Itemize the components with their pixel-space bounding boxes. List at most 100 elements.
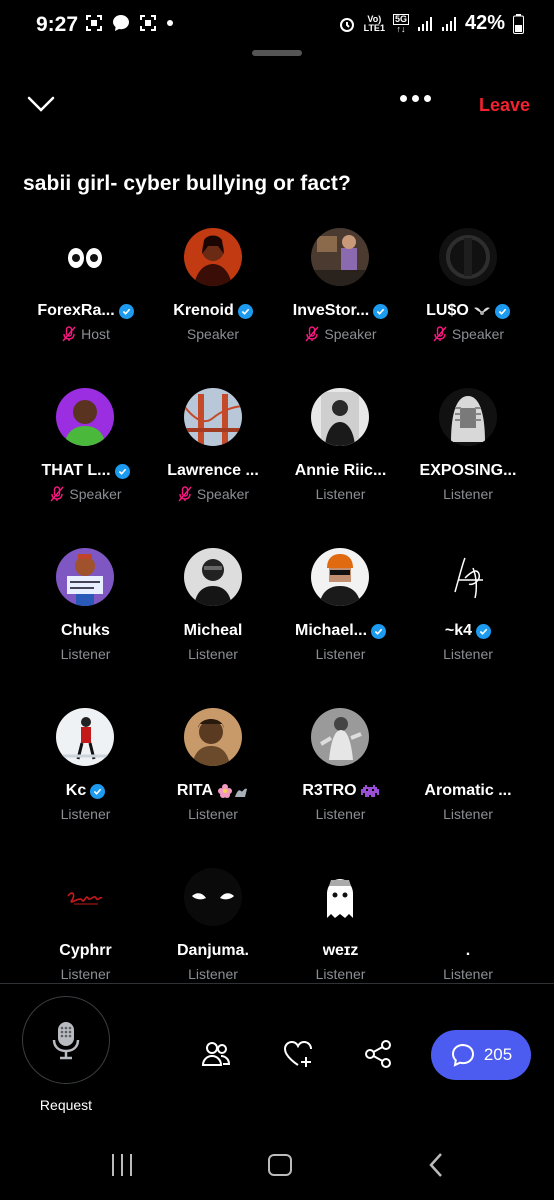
chevron-down-icon[interactable] xyxy=(26,91,56,117)
participant[interactable]: ~k4 Listener xyxy=(405,548,532,688)
avatar[interactable] xyxy=(56,388,114,446)
verified-badge-icon xyxy=(494,303,510,319)
participant-name: Krenoid xyxy=(150,302,277,320)
comment-icon xyxy=(451,1043,474,1067)
participant[interactable]: THAT L... Speaker xyxy=(22,388,149,528)
participant[interactable]: Krenoid Speaker xyxy=(150,228,277,368)
sheet-drag-handle[interactable] xyxy=(252,50,302,56)
participant[interactable]: Aromatic ... Listener xyxy=(405,708,532,848)
avatar[interactable] xyxy=(311,388,369,446)
dot-icon xyxy=(167,20,173,26)
status-bar: 9:27 Vo) LTE1 5G ↑↓ 42% xyxy=(0,0,554,52)
participant[interactable]: EXPOSING... Listener xyxy=(405,388,532,528)
participant-role: Listener xyxy=(443,486,493,502)
home-button[interactable] xyxy=(268,1154,292,1176)
avatar[interactable] xyxy=(183,388,242,446)
avatar[interactable] xyxy=(311,868,369,926)
participant-role: Host xyxy=(22,326,149,342)
participants-grid: ForexRa... Host Krenoid Speaker InveStor... S… xyxy=(22,228,532,984)
participant-role: Listener xyxy=(315,646,366,662)
participant[interactable]: Kc Listener xyxy=(22,708,149,848)
participant-name: EXPOSING... xyxy=(419,462,517,479)
participant[interactable]: Micheal Listener xyxy=(150,548,277,688)
divider xyxy=(0,983,554,984)
participant-role: Listener xyxy=(443,806,493,822)
participant-name: Cyphrr xyxy=(59,942,112,959)
avatar[interactable] xyxy=(183,708,242,766)
avatar[interactable] xyxy=(183,228,242,286)
verified-badge-icon xyxy=(373,303,389,319)
android-nav-bar xyxy=(0,1140,554,1200)
avatar[interactable] xyxy=(183,868,242,926)
participant[interactable]: InveStor... Speaker xyxy=(277,228,404,368)
participant-role: Listener xyxy=(60,806,111,822)
mic-muted-icon xyxy=(305,326,319,342)
avatar[interactable] xyxy=(311,228,369,286)
alien-monster-emoji-icon xyxy=(360,785,379,797)
avatar[interactable] xyxy=(311,708,369,766)
share-icon[interactable] xyxy=(362,1038,394,1070)
more-dot-icon xyxy=(424,95,431,102)
participant[interactable]: RITA Listener xyxy=(150,708,277,848)
participant-role: Listener xyxy=(60,966,111,982)
participant[interactable]: weɪz Listener xyxy=(277,868,404,984)
participant[interactable]: Danjuma. Listener xyxy=(150,868,277,984)
verified-badge-icon xyxy=(90,783,106,799)
avatar[interactable] xyxy=(438,228,497,286)
avatar[interactable] xyxy=(438,388,497,446)
participant[interactable]: Michael... Listener xyxy=(277,548,404,688)
participant[interactable]: LU$O Speaker xyxy=(405,228,532,368)
volte-indicator: Vo) LTE1 xyxy=(363,13,385,33)
avatar[interactable] xyxy=(56,708,114,766)
participant-name: THAT L... xyxy=(22,462,149,480)
participant[interactable]: Cyphrr Listener xyxy=(22,868,149,984)
more-dot-icon xyxy=(412,95,419,102)
avatar[interactable] xyxy=(439,868,497,926)
avatar[interactable] xyxy=(439,708,497,766)
people-icon[interactable] xyxy=(200,1038,232,1070)
participant-name: Lawrence ... xyxy=(167,462,259,479)
heart-plus-icon[interactable] xyxy=(282,1038,314,1070)
participant[interactable]: Lawrence ... Speaker xyxy=(150,388,277,528)
participant[interactable]: ForexRa... Host xyxy=(22,228,149,368)
participant-role: Listener xyxy=(315,966,366,982)
avatar[interactable] xyxy=(56,548,114,606)
participant-role: Listener xyxy=(188,966,238,982)
signal-icon xyxy=(417,16,432,31)
mic-muted-icon xyxy=(433,326,447,342)
participant-role: Speaker xyxy=(150,486,277,502)
avatar[interactable] xyxy=(56,868,114,926)
participant[interactable]: R3TRO Listener xyxy=(277,708,404,848)
request-mic-button[interactable] xyxy=(22,996,110,1084)
participant-name: Chuks xyxy=(61,622,110,639)
participant[interactable]: Chuks Listener xyxy=(22,548,149,688)
flower-muscle-emoji-icon xyxy=(218,784,248,798)
status-system-icons: Vo) LTE1 5G ↑↓ 42% xyxy=(338,12,524,35)
avatar[interactable] xyxy=(438,548,497,606)
back-icon[interactable] xyxy=(426,1152,446,1178)
leave-button[interactable]: Leave xyxy=(479,95,530,116)
participant-role: Listener xyxy=(443,646,493,662)
avatar[interactable] xyxy=(183,548,242,606)
participant-name: ~k4 xyxy=(405,622,532,640)
comments-button[interactable]: 205 xyxy=(431,1030,531,1080)
participant[interactable]: . Listener xyxy=(405,868,532,984)
participant-name: RITA xyxy=(150,782,277,800)
avatar[interactable] xyxy=(311,548,369,606)
request-label: Request xyxy=(39,1097,93,1113)
status-notification-icons xyxy=(86,14,174,32)
verified-badge-icon xyxy=(371,623,387,639)
avatar[interactable] xyxy=(56,228,114,286)
microphone-icon xyxy=(52,1022,80,1060)
participant-role: Listener xyxy=(443,966,493,982)
mic-muted-icon xyxy=(50,486,64,502)
participant-name: LU$O xyxy=(405,302,532,320)
participant-role: Speaker xyxy=(22,486,149,502)
verified-badge-icon xyxy=(476,623,492,639)
more-options-button[interactable] xyxy=(400,95,431,102)
recents-button[interactable] xyxy=(112,1154,132,1176)
alarm-icon xyxy=(339,17,354,32)
participant[interactable]: Annie Riic... Listener xyxy=(277,388,404,528)
participant-name: Michael... xyxy=(277,622,404,640)
participant-role: Speaker xyxy=(186,326,240,342)
